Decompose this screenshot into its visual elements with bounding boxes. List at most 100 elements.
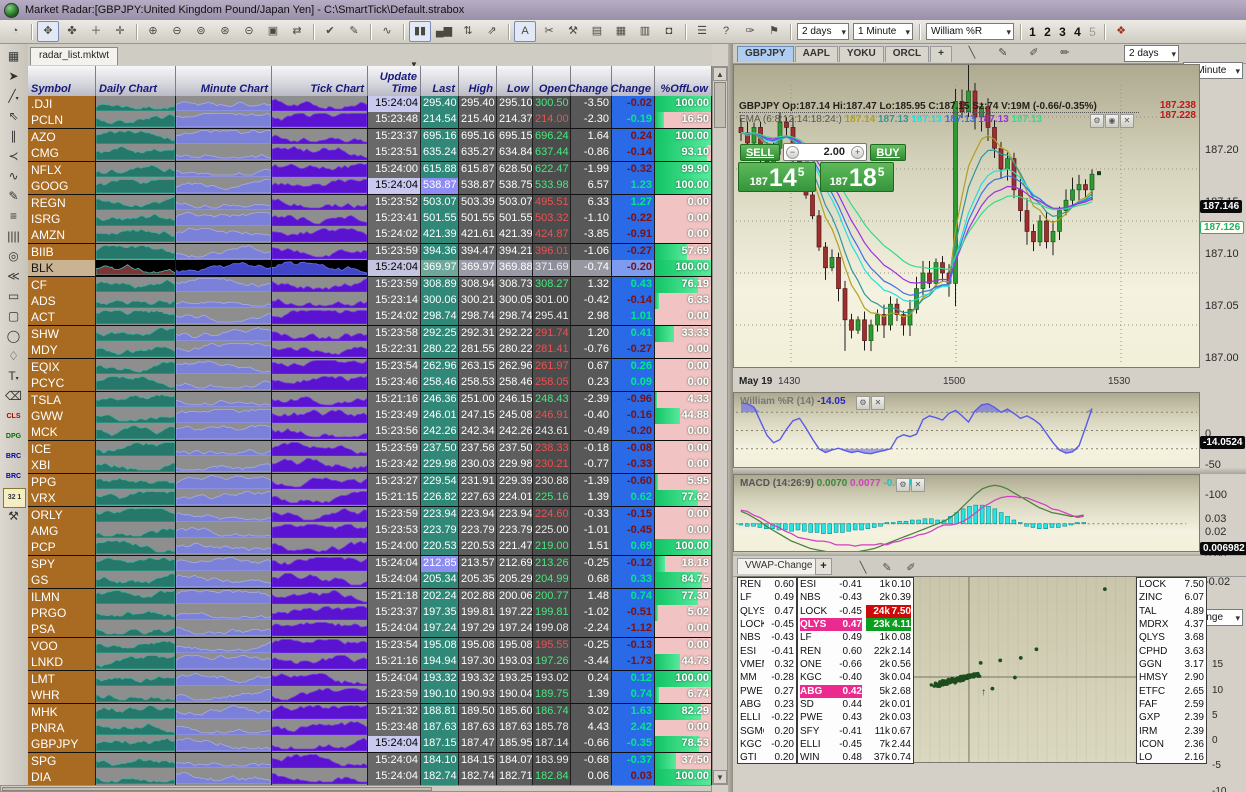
list-item[interactable]: WIN0.4837k0.74 [798, 751, 913, 764]
list-item[interactable]: SGMO0.20 [738, 725, 796, 738]
list-item[interactable]: KGC-0.20 [738, 738, 796, 751]
column-header[interactable]: Open [533, 66, 571, 96]
pencil-icon[interactable]: ✎ [992, 45, 1014, 63]
table-row[interactable]: GWW15:23:49246.01247.15245.08246.91-0.40… [28, 408, 712, 425]
page-3[interactable]: 3 [1055, 25, 1070, 39]
zoom-in-icon[interactable]: ⊕ [142, 21, 164, 42]
list-item[interactable]: LOCK-0.45 [738, 618, 796, 631]
buy-price-button[interactable]: 187185 [820, 162, 894, 192]
title-bar[interactable]: Market Radar:[GBPJPY:United Kingdom Poun… [0, 0, 1246, 20]
text-tool[interactable]: T▾ [3, 368, 24, 386]
grid-icon[interactable]: ▦ [3, 48, 24, 66]
autoscale-icon[interactable]: A [514, 21, 536, 42]
theme-icon[interactable]: ◉ [1105, 114, 1119, 128]
table-row[interactable]: ORLY15:23:59223.94223.94223.94224.60-0.3… [28, 507, 712, 524]
marker-icon[interactable]: ✐ [1023, 45, 1045, 63]
table-row[interactable]: BLK15:24:04369.97369.97369.88371.69-0.74… [28, 260, 712, 277]
chart-tab-orcl[interactable]: ORCL [885, 46, 929, 62]
table-row[interactable]: ACT15:24:02298.74298.74298.74295.412.981… [28, 309, 712, 326]
column-header[interactable]: Change [612, 66, 655, 96]
eraser-tool[interactable]: ⌫ [3, 388, 24, 406]
grab-hand-icon[interactable]: ✤ [61, 21, 83, 42]
table-row[interactable]: ICE15:23:59237.50237.58237.50238.33-0.18… [28, 441, 712, 458]
column-header[interactable]: Change [571, 66, 612, 96]
macd-panel[interactable]: MACD (14:26:9) 0.0070 0.0077 -0.0007⚙✕ [733, 474, 1200, 552]
brc2-tool[interactable]: BRC [3, 468, 24, 486]
list-item[interactable]: SFY-0.4111k0.67 [798, 725, 913, 738]
table-row[interactable]: PCP15:24:00220.53220.53221.47219.001.510… [28, 539, 712, 556]
scroll-down-icon[interactable]: ▼ [713, 770, 727, 784]
list-item[interactable]: MM-0.28 [738, 671, 796, 684]
column-header[interactable]: Minute Chart [176, 66, 272, 96]
list-item[interactable]: VMEM0.32 [738, 658, 796, 671]
list-item[interactable]: ABG0.23 [738, 698, 796, 711]
curve-icon[interactable]: ∿ [376, 21, 398, 42]
period-dropdown[interactable]: 2 days [797, 23, 849, 40]
list-item[interactable]: ESI-0.41 [738, 645, 796, 658]
table-row[interactable]: CMG15:23:51635.24635.27634.84637.44-0.86… [28, 145, 712, 162]
column-header[interactable]: Update Time [368, 66, 421, 96]
list-item[interactable]: NBS-0.43 [738, 631, 796, 644]
list-item[interactable]: PWE0.432k0.03 [798, 711, 913, 724]
williams-panel[interactable]: William %R (14) -14.05⚙✕ [733, 392, 1200, 468]
list-item[interactable]: ELLI-0.457k2.44 [798, 738, 913, 751]
table-row[interactable]: PSA15:24:04197.24197.29197.24199.08-2.24… [28, 621, 712, 638]
knob-icon[interactable]: ◔ [4, 21, 26, 42]
page-4[interactable]: 4 [1070, 25, 1085, 39]
list-item[interactable]: CPHD3.63 [1137, 645, 1206, 658]
angle-tool[interactable]: ≺ [3, 148, 24, 166]
table-row[interactable]: ILMN15:21:18202.24202.88200.06200.771.48… [28, 589, 712, 606]
qty-decrease-icon[interactable]: − [786, 146, 799, 159]
table-row[interactable]: TSLA15:21:16246.36251.00246.15248.43-2.3… [28, 392, 712, 409]
list-item[interactable]: IRM2.39 [1137, 725, 1206, 738]
cls-tool[interactable]: CLS [3, 408, 24, 426]
add-icon[interactable]: ＋ [85, 21, 107, 42]
chart-period-dropdown[interactable]: 2 days [1124, 45, 1179, 62]
zoom-area-icon[interactable]: ⊛ [214, 21, 236, 42]
flag-icon[interactable]: ⚑ [763, 21, 785, 42]
table-row[interactable]: GS15:24:04205.34205.35205.29204.990.680.… [28, 572, 712, 589]
chart-tab-yoku[interactable]: YOKU [839, 46, 884, 62]
tools-icon[interactable]: ⚒ [562, 21, 584, 42]
quantity-stepper[interactable]: −2.00+ [783, 143, 867, 161]
list-item[interactable]: GXP2.39 [1137, 711, 1206, 724]
list-item[interactable]: LOCK-0.4524k7.50 [798, 605, 913, 618]
table-row[interactable]: PNRA15:23:48187.63187.63187.63185.784.43… [28, 720, 712, 737]
column-header[interactable]: Daily Chart [96, 66, 176, 96]
parallel-lines-tool[interactable]: ∥ [3, 128, 24, 146]
table-row[interactable]: LNKD15:21:16194.94197.30193.03197.26-3.4… [28, 654, 712, 671]
pan-hand-icon[interactable]: ✥ [37, 21, 59, 42]
pencil-icon[interactable]: ✎ [343, 21, 365, 42]
settings-icon[interactable]: ⚙ [856, 396, 870, 410]
help-icon[interactable]: ? [715, 21, 737, 42]
bug-icon[interactable]: ❖ [1110, 21, 1132, 42]
list-item[interactable]: LF0.491k0.08 [798, 631, 913, 644]
table-row[interactable]: LMT15:24:04193.32193.32193.25193.020.240… [28, 671, 712, 688]
hilo-icon[interactable]: ⇅ [457, 21, 479, 42]
table-row[interactable]: REGN15:23:52503.07503.39503.07495.516.33… [28, 195, 712, 212]
page-1[interactable]: 1 [1025, 25, 1040, 39]
table-row[interactable]: XBI15:23:42229.98230.03229.98230.21-0.77… [28, 457, 712, 474]
table-row[interactable]: SPY15:24:04212.85213.57212.69213.26-0.25… [28, 556, 712, 573]
table-row[interactable]: SPG15:24:04184.10184.15184.07183.99-0.68… [28, 753, 712, 770]
sheet-tab[interactable]: radar_list.mktwt [30, 47, 118, 65]
table-row[interactable]: DIA15:24:04182.74182.74182.71182.840.060… [28, 769, 712, 785]
table-row[interactable]: ADS15:23:14300.06300.21300.05301.00-0.42… [28, 293, 712, 310]
table-row[interactable]: PPG15:23:27229.54231.91229.39230.88-1.39… [28, 474, 712, 491]
page-5[interactable]: 5 [1085, 25, 1100, 39]
close-icon[interactable]: ✕ [871, 396, 885, 410]
save-as-icon[interactable]: ▥ [634, 21, 656, 42]
table-row[interactable]: SHW15:23:58292.25292.31292.22291.741.200… [28, 326, 712, 343]
table-row[interactable]: PRGO15:23:37197.35199.81197.22199.81-1.0… [28, 605, 712, 622]
list-item[interactable]: ONE-0.662k0.56 [798, 658, 913, 671]
fan-tool[interactable]: ≪ [3, 268, 24, 286]
list-item[interactable]: FAF2.59 [1137, 698, 1206, 711]
list-item[interactable]: MDRX4.37 [1137, 618, 1206, 631]
open-file-icon[interactable]: ▤ [586, 21, 608, 42]
list-item[interactable]: REN0.60 [738, 578, 796, 591]
list-item[interactable]: ABG0.425k2.68 [798, 685, 913, 698]
zoom-select-icon[interactable]: ⊚ [190, 21, 212, 42]
confirm-icon[interactable]: ✔ [319, 21, 341, 42]
circles-tool[interactable]: ◎ [3, 248, 24, 266]
snapshot-icon[interactable]: ◘ [658, 21, 680, 42]
